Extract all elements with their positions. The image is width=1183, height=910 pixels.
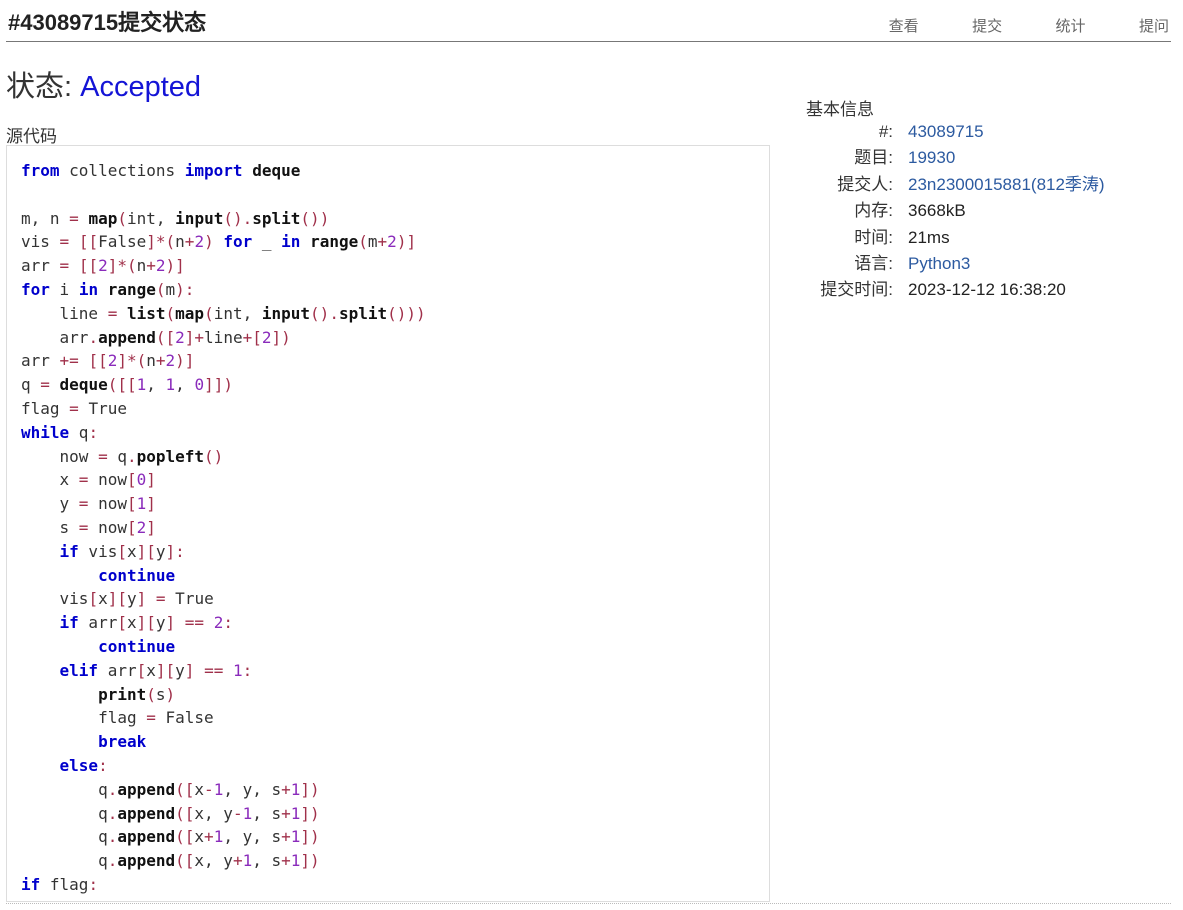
bottom-divider: [6, 903, 1171, 904]
nav-view-link[interactable]: 查看: [889, 15, 968, 36]
info-row: 时间: 21ms: [806, 225, 1105, 251]
info-row: 题目: 19930: [806, 145, 1105, 171]
page-header: #43089715提交状态 查看 提交 统计 提问: [6, 0, 1171, 42]
source-code-label: 源代码: [6, 127, 57, 146]
submission-status-page: #43089715提交状态 查看 提交 统计 提问 状态: Accepted 源…: [0, 0, 1183, 910]
info-value: 2023-12-12 16:38:20: [908, 280, 1066, 300]
info-row: 语言: Python3: [806, 251, 1105, 277]
top-nav: 查看 提交 统计 提问: [889, 15, 1171, 36]
status-label: 状态:: [6, 71, 81, 103]
nav-submit-link[interactable]: 提交: [972, 15, 1051, 36]
info-key: 提交人:: [837, 174, 893, 194]
info-key: 提交时间:: [820, 280, 893, 300]
info-row: 提交时间: 2023-12-12 16:38:20: [806, 277, 1105, 303]
info-key: 题目:: [854, 148, 893, 168]
basic-info-list: #: 43089715 题目: 19930 提交人: 23n2300015881(812季…: [806, 119, 1105, 304]
page-title: #43089715提交状态: [8, 10, 207, 35]
nav-stats-link[interactable]: 统计: [1056, 15, 1135, 36]
source-code-text: from collections import deque m, n = map…: [21, 161, 426, 901]
nav-ask-link[interactable]: 提问: [1139, 15, 1171, 36]
info-row: #: 43089715: [806, 119, 1105, 145]
source-code-box: from collections import deque m, n = map…: [6, 145, 770, 902]
info-value: 21ms: [908, 227, 950, 247]
info-key: 时间:: [854, 227, 893, 247]
basic-info-title: 基本信息: [806, 100, 874, 119]
info-key: 内存:: [854, 201, 893, 221]
info-value-link[interactable]: Python3: [908, 251, 970, 277]
info-key: 语言:: [854, 253, 893, 273]
source-code: from collections import deque m, n = map…: [7, 146, 769, 901]
info-value-link[interactable]: 23n2300015881(812季涛): [908, 172, 1105, 198]
info-row: 内存: 3668kB: [806, 198, 1105, 224]
info-value: 3668kB: [908, 201, 966, 221]
info-value-link[interactable]: 19930: [908, 145, 955, 171]
info-value-link[interactable]: 43089715: [908, 119, 984, 145]
info-key: #:: [878, 122, 893, 141]
status-line: 状态: Accepted: [6, 63, 201, 105]
info-row: 提交人: 23n2300015881(812季涛): [806, 172, 1105, 198]
status-value: Accepted: [80, 71, 202, 103]
